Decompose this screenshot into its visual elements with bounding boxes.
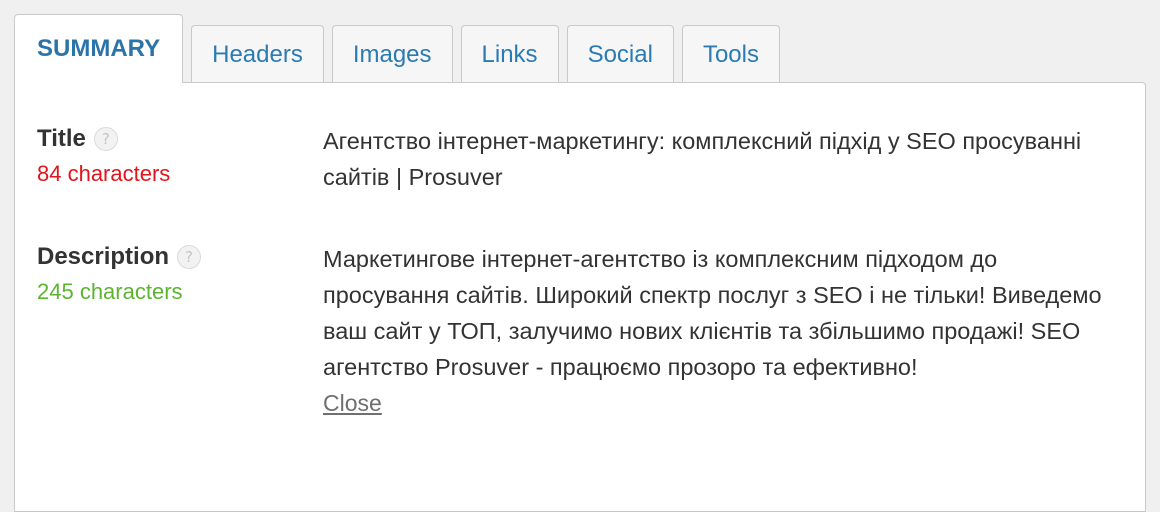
description-row: Description ? 245 characters Маркетингов… [37, 241, 1113, 421]
description-label: Description [37, 243, 170, 270]
title-heading: Title ? [37, 123, 323, 155]
description-label-column: Description ? 245 characters [37, 241, 323, 421]
summary-panel: Title ? 84 characters Агентство інтернет… [14, 82, 1146, 512]
tab-headers[interactable]: Headers [191, 25, 324, 83]
tab-social[interactable]: Social [566, 25, 674, 83]
tab-images[interactable]: Images [331, 25, 453, 83]
description-heading: Description ? [37, 241, 323, 273]
title-value: Агентство інтернет-маркетингу: комплексн… [323, 128, 1082, 190]
close-link[interactable]: Close [323, 385, 382, 421]
title-label-column: Title ? 84 characters [37, 123, 323, 195]
tab-links[interactable]: Links [460, 25, 559, 83]
description-char-count: 245 characters [37, 279, 183, 304]
description-value: Маркетингове інтернет-агентство із компл… [323, 246, 1102, 380]
title-char-count: 84 characters [37, 161, 171, 186]
help-icon[interactable]: ? [93, 127, 118, 151]
title-row: Title ? 84 characters Агентство інтернет… [37, 123, 1113, 195]
tab-summary[interactable]: SUMMARY [14, 14, 184, 83]
help-icon[interactable]: ? [177, 245, 202, 269]
description-value-wrap: Маркетингове інтернет-агентство із компл… [323, 241, 1113, 421]
tab-tools[interactable]: Tools [681, 25, 780, 83]
title-label: Title [37, 125, 86, 152]
tab-bar: SUMMARY Headers Images Links Social Tool… [14, 14, 788, 83]
